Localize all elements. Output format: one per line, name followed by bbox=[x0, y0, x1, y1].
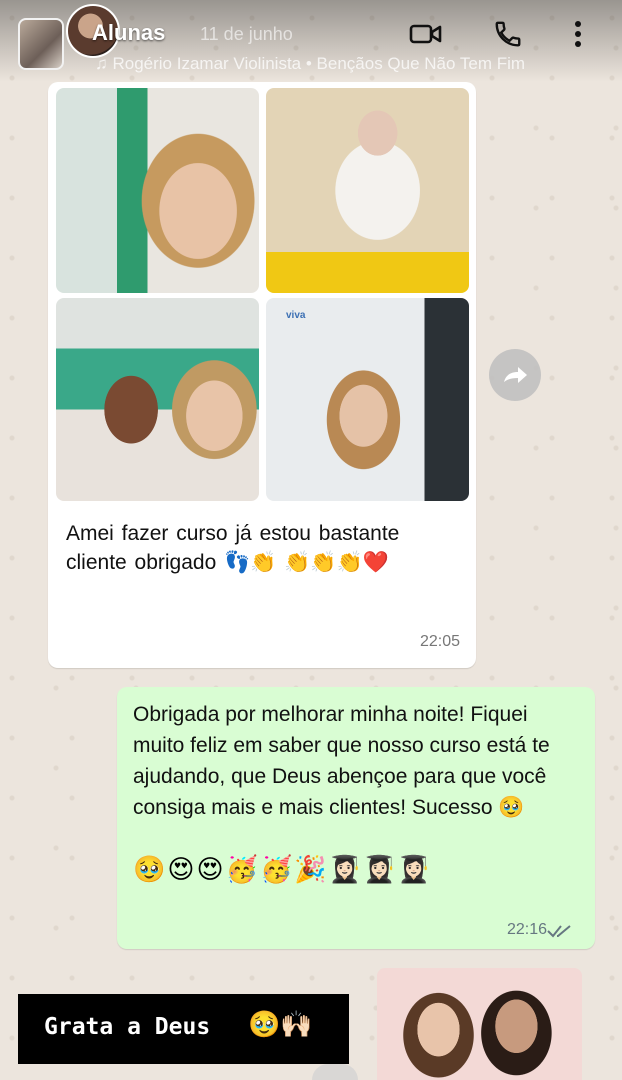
message-photo[interactable]: viva bbox=[266, 298, 469, 501]
chat-title[interactable]: Alunas bbox=[92, 20, 165, 46]
poster-logo: viva bbox=[286, 310, 306, 321]
message-text: Obrigada por melhorar minha noite! Fique… bbox=[133, 703, 550, 819]
sticker-emoji: 🥹🙌🏻 bbox=[248, 1010, 313, 1040]
message-time: 22:16 bbox=[506, 921, 547, 938]
more-vert-icon[interactable] bbox=[560, 16, 596, 52]
message-photo[interactable] bbox=[377, 968, 582, 1080]
forward-icon[interactable] bbox=[489, 349, 541, 401]
story-text-sticker: Grata a Deus 🥹🙌🏻 bbox=[18, 994, 349, 1064]
double-check-icon bbox=[547, 925, 571, 938]
message-photo[interactable] bbox=[266, 88, 469, 293]
music-label[interactable]: ♫ Rogério Izamar Violinista • Bençãos Qu… bbox=[95, 54, 620, 74]
emoji-row: 🥹😍😍🥳🥳🎉👩🏻‍🎓👩🏻‍🎓👩🏻‍🎓 bbox=[133, 855, 432, 885]
video-call-icon[interactable] bbox=[408, 16, 444, 52]
message-text: Amei fazer curso já estou bastante clien… bbox=[66, 522, 400, 574]
message-time: 22:05 bbox=[419, 633, 460, 650]
message-photo[interactable] bbox=[56, 298, 259, 501]
story-date: 11 de junho bbox=[200, 24, 293, 44]
story-header: Alunas 11 de junho ♫ Rogério Izamar Viol… bbox=[0, 0, 622, 82]
avatar bbox=[18, 18, 64, 70]
scroll-indicator[interactable] bbox=[312, 1064, 358, 1080]
outgoing-message[interactable]: Obrigada por melhorar minha noite! Fique… bbox=[117, 687, 595, 949]
sticker-text: Grata a Deus bbox=[44, 1014, 211, 1040]
group-avatar[interactable] bbox=[18, 18, 68, 73]
message-photo[interactable] bbox=[56, 88, 259, 293]
incoming-message[interactable]: viva Amei fazer curso já estou bastante … bbox=[48, 82, 476, 668]
phone-icon[interactable] bbox=[490, 16, 526, 52]
